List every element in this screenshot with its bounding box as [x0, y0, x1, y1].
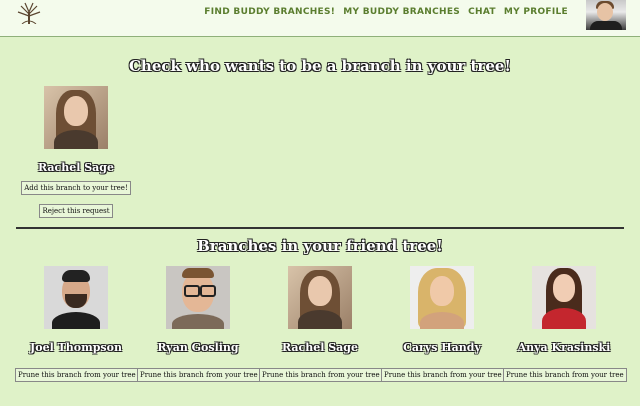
nav-chat[interactable]: CHAT [468, 7, 496, 17]
prune-branch-button[interactable]: Prune this branch from your tree [137, 368, 261, 382]
friend-photo-carys-handy [410, 266, 474, 329]
request-card: Rachel Sage Add this branch to your tree… [15, 86, 137, 218]
profile-avatar[interactable] [586, 0, 626, 30]
friend-card: Joel Thompson Prune this branch from you… [15, 266, 139, 382]
prune-branch-button[interactable]: Prune this branch from your tree [259, 368, 383, 382]
main-nav: FIND BUDDY BRANCHES! MY BUDDY BRANCHES C… [204, 7, 568, 17]
reject-request-button[interactable]: Reject this request [39, 204, 113, 218]
request-photo-rachel-sage [44, 86, 108, 149]
request-name: Rachel Sage [38, 161, 114, 174]
requests-heading: Check who wants to be a branch in your t… [128, 57, 512, 75]
nav-my-profile[interactable]: MY PROFILE [504, 7, 568, 17]
friend-card: Anya Krasinski Prune this branch from yo… [503, 266, 627, 382]
friend-card: Ryan Gosling Prune this branch from your… [137, 266, 261, 382]
friend-photo-joel-thompson [44, 266, 108, 329]
top-navigation-bar: FIND BUDDY BRANCHES! MY BUDDY BRANCHES C… [0, 0, 640, 37]
friends-heading: Branches in your friend tree! [197, 237, 443, 255]
friend-name: Ryan Gosling [157, 341, 239, 354]
friend-name: Rachel Sage [282, 341, 358, 354]
friend-name: Carys Handy [403, 341, 481, 354]
friend-name: Anya Krasinski [517, 341, 611, 354]
friend-photo-ryan-gosling [166, 266, 230, 329]
friend-photo-anya-krasinski [532, 266, 596, 329]
add-branch-button[interactable]: Add this branch to your tree! [21, 181, 131, 195]
section-divider [16, 227, 624, 229]
prune-branch-button[interactable]: Prune this branch from your tree [381, 368, 505, 382]
nav-my-buddy-branches[interactable]: MY BUDDY BRANCHES [343, 7, 460, 17]
prune-branch-button[interactable]: Prune this branch from your tree [15, 368, 139, 382]
friend-photo-rachel-sage [288, 266, 352, 329]
friend-card: Rachel Sage Prune this branch from your … [259, 266, 383, 382]
tree-logo-icon[interactable] [12, 0, 46, 24]
nav-find-buddy-branches[interactable]: FIND BUDDY BRANCHES! [204, 7, 335, 17]
friend-name: Joel Thompson [30, 341, 122, 354]
friend-card: Carys Handy Prune this branch from your … [381, 266, 505, 382]
prune-branch-button[interactable]: Prune this branch from your tree [503, 368, 627, 382]
